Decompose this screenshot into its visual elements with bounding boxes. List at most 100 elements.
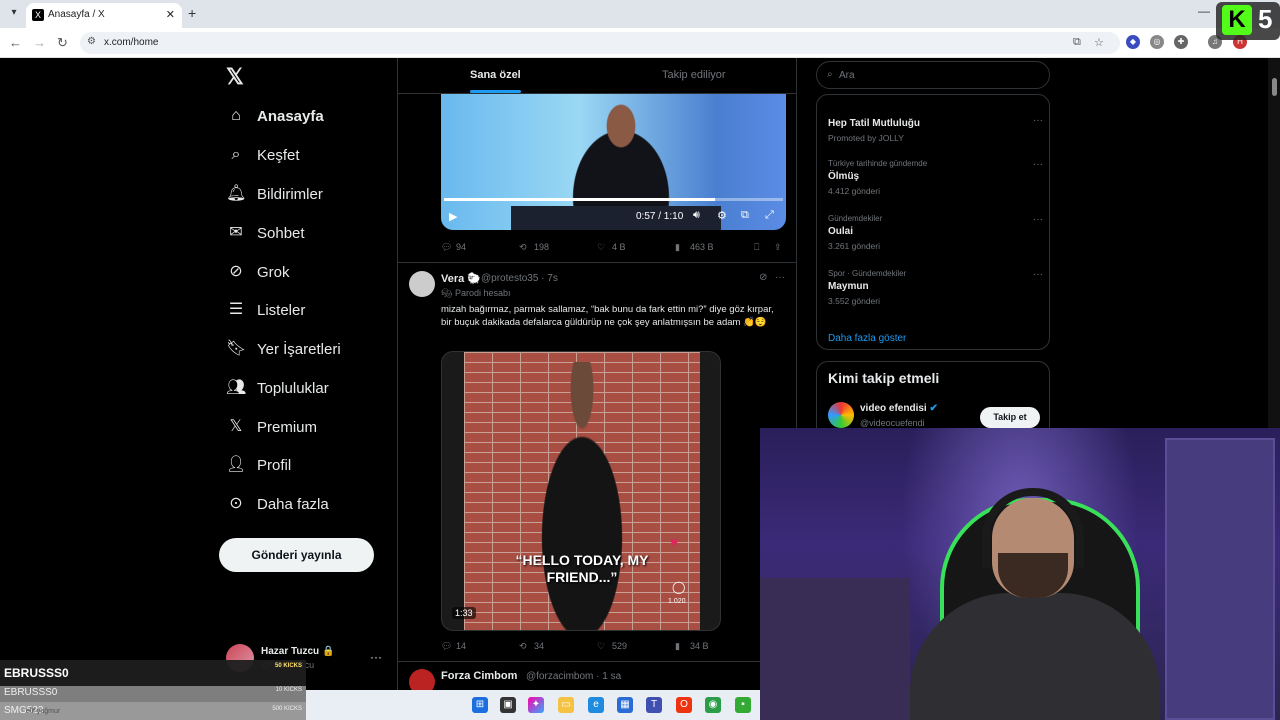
reply-icon[interactable]: 💬︎ xyxy=(441,242,452,253)
avatar[interactable] xyxy=(409,271,435,297)
nav-label: Bildirimler xyxy=(257,185,323,203)
bookmark-icon[interactable]: ⎕ xyxy=(754,242,759,253)
more-icon[interactable]: ··· xyxy=(1033,115,1043,126)
nav-notifications[interactable]: 🔔︎ Bildirimler xyxy=(226,182,323,206)
timeline-tabs: Sana özel Takip ediliyor xyxy=(398,58,796,94)
views-count: 34 B xyxy=(690,641,709,651)
kicks-user: EBRUSSS0 xyxy=(4,687,58,698)
volume-icon[interactable]: 🔊︎ xyxy=(693,209,700,222)
kick-logo-number: 5 xyxy=(1258,4,1273,34)
trend-item[interactable]: Gündemdekiler Oulai 3.261 gönderi ··· xyxy=(828,214,1043,251)
nav-more[interactable]: ⊙ Daha fazla xyxy=(226,492,328,516)
x-logo-icon[interactable]: 𝕏 xyxy=(226,64,244,90)
close-tab-icon[interactable]: ✕ xyxy=(166,8,175,21)
more-icon[interactable]: ··· xyxy=(1033,159,1043,170)
nav-messages[interactable]: ✉ Sohbet xyxy=(226,221,304,245)
tab-following[interactable]: Takip ediliyor xyxy=(662,69,726,81)
back-arrow-icon[interactable]: ← xyxy=(9,35,22,50)
trend-category: Gündemdekiler xyxy=(828,214,883,223)
install-app-icon[interactable]: ⧉ xyxy=(1073,36,1081,49)
more-icon[interactable]: ··· xyxy=(370,650,382,664)
tweet-author[interactable]: Forza Cimbom xyxy=(441,670,517,682)
teams-icon[interactable]: T xyxy=(646,697,662,713)
minimize-window-button[interactable]: — xyxy=(1198,4,1210,18)
trend-count: 4.412 gönderi xyxy=(828,186,880,196)
trend-item[interactable]: Hep Tatil Mutluluğu Promoted by JOLLY ··… xyxy=(828,115,1043,143)
follow-button[interactable]: Takip et xyxy=(980,407,1040,428)
more-icon[interactable]: ··· xyxy=(775,272,785,283)
browser-toolbar: ← → ↻ ⚙ x.com/home ⧉ ☆ ◆ ◎ ✚ ♫ H xyxy=(0,28,1280,58)
bookmark-icon: 🔖︎ xyxy=(226,340,247,357)
kicks-user: EBRUSSS0 xyxy=(4,666,69,680)
tab-search-dropdown-icon[interactable]: ▾ xyxy=(6,5,22,21)
list-icon: ☰ xyxy=(228,301,244,318)
share-icon[interactable]: ⇪ xyxy=(774,242,782,253)
nav-grok[interactable]: ⊘ Grok xyxy=(226,260,289,284)
extension-globe-icon[interactable]: ◎ xyxy=(1150,35,1164,49)
opera-icon[interactable]: O xyxy=(676,697,692,713)
extensions-puzzle-icon[interactable]: ✚ xyxy=(1174,35,1188,49)
windows-start-icon[interactable]: ⊞ xyxy=(472,697,488,713)
video-duration: 1:33 xyxy=(452,607,476,619)
video-player[interactable]: “HELLO TODAY, MY FRIEND...” ♥ ◯ 1.020 1:… xyxy=(441,351,721,631)
windows-taskbar: ⊞ ▣ ✦ ▭ e ▦ T O ◉ ▪ xyxy=(306,690,760,720)
edge-browser-icon[interactable]: e xyxy=(588,697,604,713)
copilot-icon[interactable]: ✦ xyxy=(528,697,544,713)
scrollbar-thumb[interactable] xyxy=(1272,78,1277,96)
video-time: 0:57 / 1:10 xyxy=(636,211,684,222)
search-input[interactable]: ⌕ Ara xyxy=(816,61,1050,89)
reload-icon[interactable]: ↻ xyxy=(57,35,68,51)
video-player[interactable]: ▶ 0:57 / 1:10 🔊︎ ⚙ ⧉ ⤢ xyxy=(441,94,786,230)
kicks-row: EBRUSSS0 10 KICKS xyxy=(0,686,306,702)
post-button[interactable]: Gönderi yayınla xyxy=(219,538,374,572)
tweet-handle[interactable]: @protesto35 · 7s xyxy=(481,273,558,284)
parody-label-text: Parodi hesabı xyxy=(454,288,511,298)
nav-profile[interactable]: 👤︎ Profil xyxy=(226,453,291,477)
url-text[interactable]: x.com/home xyxy=(104,37,158,48)
extension-shield-icon[interactable]: ◆ xyxy=(1126,35,1140,49)
repost-icon[interactable]: ⟲ xyxy=(519,641,527,652)
trend-item[interactable]: Spor · Gündemdekiler Maymun 3.552 gönder… xyxy=(828,269,1043,306)
task-view-icon[interactable]: ▣ xyxy=(500,697,516,713)
suggested-user-name[interactable]: video efendisi ✔ xyxy=(860,403,938,414)
reply-icon[interactable]: 💬︎ xyxy=(441,641,452,652)
tweet-author[interactable]: Vera 🐑 xyxy=(441,272,481,285)
file-explorer-icon[interactable]: ▭ xyxy=(558,697,574,713)
webcam-sofa xyxy=(760,578,910,720)
nav-home[interactable]: ⌂ Anasayfa xyxy=(226,104,324,128)
fullscreen-icon[interactable]: ⤢ xyxy=(765,209,774,222)
kicks-amount: 50 KICKS xyxy=(274,663,302,669)
pip-icon[interactable]: ⧉ xyxy=(741,209,749,222)
nav-explore[interactable]: ⌕ Keşfet xyxy=(226,143,300,167)
address-bar[interactable]: ⚙ x.com/home ⧉ ☆ xyxy=(80,32,1120,54)
like-icon[interactable]: ♡ xyxy=(597,242,605,253)
chrome-icon[interactable]: ◉ xyxy=(705,697,721,713)
show-more-link[interactable]: Daha fazla göster xyxy=(828,333,906,344)
repost-icon[interactable]: ⟲ xyxy=(519,242,527,253)
like-icon[interactable]: ♡ xyxy=(597,641,605,652)
views-icon[interactable]: ▮ xyxy=(675,242,680,253)
nav-lists[interactable]: ☰ Listeler xyxy=(226,298,306,322)
nav-communities[interactable]: 👥︎ Topluluklar xyxy=(226,376,329,400)
site-info-icon[interactable]: ⚙ xyxy=(87,36,96,47)
browser-tab[interactable]: X Anasayfa / X ✕ xyxy=(26,3,182,28)
store-icon[interactable]: ▦ xyxy=(617,697,633,713)
grok-icon[interactable]: ⊘ xyxy=(759,272,767,283)
forward-arrow-icon[interactable]: → xyxy=(33,35,46,50)
views-icon[interactable]: ▮ xyxy=(675,641,680,652)
avatar[interactable] xyxy=(828,402,854,428)
tab-for-you[interactable]: Sana özel xyxy=(470,69,521,93)
more-icon[interactable]: ··· xyxy=(1033,214,1043,225)
kick-app-icon[interactable]: ▪ xyxy=(735,697,751,713)
nav-premium[interactable]: 𝕏 Premium xyxy=(226,415,317,439)
nav-bookmarks[interactable]: 🔖︎ Yer İşaretleri xyxy=(226,337,341,361)
tweet-handle[interactable]: @forzacimbom · 1 sa xyxy=(526,671,621,682)
trend-item[interactable]: Türkiye tarihinde gündemde Ölmüş 4.412 g… xyxy=(828,159,1043,196)
settings-gear-icon[interactable]: ⚙ xyxy=(717,209,727,222)
bookmark-star-icon[interactable]: ☆ xyxy=(1094,36,1104,49)
video-progress-bar[interactable] xyxy=(444,198,783,201)
more-icon[interactable]: ··· xyxy=(1033,269,1043,280)
new-tab-button[interactable]: + xyxy=(188,5,196,21)
play-icon[interactable]: ▶ xyxy=(449,210,457,223)
webcam-door xyxy=(1165,438,1275,720)
